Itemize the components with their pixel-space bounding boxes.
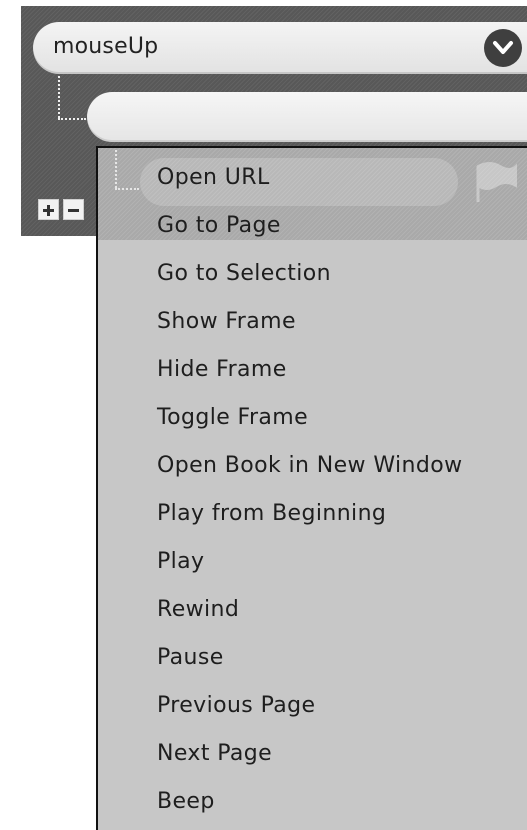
chevron-down-icon[interactable] bbox=[484, 29, 522, 67]
menu-item-play-from-beginning[interactable]: Play from Beginning bbox=[157, 501, 386, 527]
event-select-value: mouseUp bbox=[53, 34, 159, 59]
menu-item-toggle-frame[interactable]: Toggle Frame bbox=[157, 405, 308, 431]
menu-item-rewind[interactable]: Rewind bbox=[157, 597, 239, 623]
tree-connector bbox=[115, 188, 139, 190]
menu-item-next-page[interactable]: Next Page bbox=[157, 741, 272, 767]
menu-item-hide-frame[interactable]: Hide Frame bbox=[157, 357, 287, 383]
menu-item-open-book-in-new-window[interactable]: Open Book in New Window bbox=[157, 453, 462, 479]
add-button[interactable] bbox=[38, 199, 59, 220]
menu-item-beep[interactable]: Beep bbox=[157, 789, 215, 815]
remove-button[interactable] bbox=[63, 199, 84, 220]
tree-connector bbox=[58, 118, 86, 120]
tree-connector bbox=[115, 150, 117, 188]
tree-connector bbox=[58, 76, 60, 118]
event-action-editor: mouseUp Open URL Go to Page Go to Select… bbox=[0, 0, 527, 830]
action-select[interactable] bbox=[87, 92, 527, 142]
menu-item-go-to-selection[interactable]: Go to Selection bbox=[157, 261, 331, 287]
menu-item-show-frame[interactable]: Show Frame bbox=[157, 309, 296, 335]
menu-item-go-to-page[interactable]: Go to Page bbox=[157, 213, 281, 239]
menu-item-open-url[interactable]: Open URL bbox=[157, 165, 270, 191]
event-select[interactable]: mouseUp bbox=[33, 22, 527, 74]
menu-item-play[interactable]: Play bbox=[157, 549, 204, 575]
menu-item-previous-page[interactable]: Previous Page bbox=[157, 693, 315, 719]
checkered-flag-icon bbox=[476, 162, 517, 202]
menu-item-pause[interactable]: Pause bbox=[157, 645, 224, 671]
action-dropdown-menu: Open URL Go to Page Go to Selection Show… bbox=[96, 146, 527, 830]
